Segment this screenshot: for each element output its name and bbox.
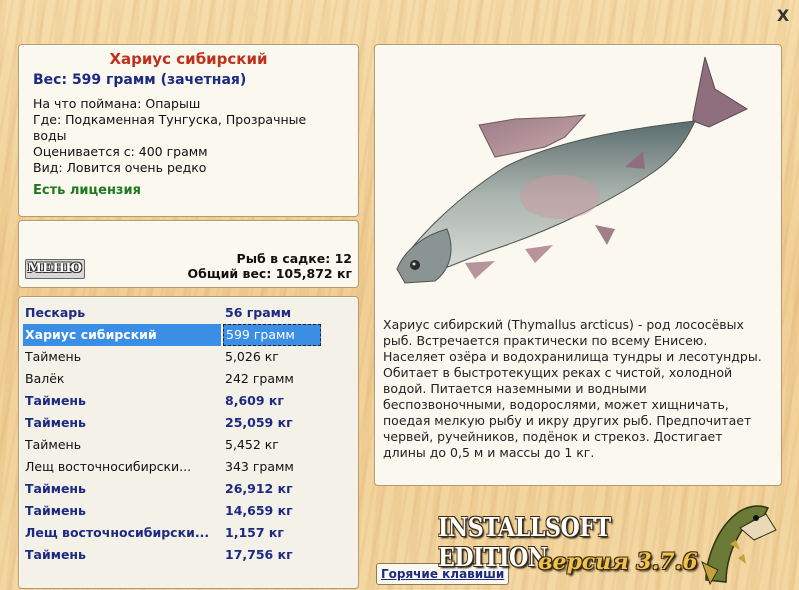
catch-fish-weight: 1,157 кг bbox=[225, 525, 284, 540]
version-label: версия 3.7.6 bbox=[538, 549, 698, 575]
catch-row[interactable]: Таймень 5,026 кг bbox=[21, 346, 321, 368]
rating-line: Оценивается с: 400 грамм bbox=[33, 144, 208, 159]
catch-fish-name: Валёк bbox=[25, 371, 65, 386]
catch-fish-name: Хариус сибирский bbox=[23, 324, 221, 346]
catch-fish-weight: 17,756 кг bbox=[225, 547, 293, 562]
catch-fish-weight: 599 грамм bbox=[223, 324, 321, 346]
catch-row[interactable]: Хариус сибирский 599 грамм bbox=[21, 324, 321, 346]
catch-list: Пескарь 56 грамм Хариус сибирский 599 грамм… bbox=[18, 296, 359, 589]
catch-row[interactable]: Лещ восточносибирски... 1,157 кг bbox=[21, 522, 321, 544]
pike-logo-icon bbox=[701, 505, 777, 586]
catch-fish-name: Таймень bbox=[25, 415, 86, 430]
catch-fish-name: Таймень bbox=[25, 547, 86, 562]
catch-fish-name: Таймень bbox=[25, 437, 82, 452]
catch-row[interactable]: Таймень 25,059 кг bbox=[21, 412, 321, 434]
close-icon[interactable]: X bbox=[775, 8, 791, 24]
catch-row[interactable]: Лещ восточносибирски... 343 грамм bbox=[21, 456, 321, 478]
fish-weight: Вес: 599 грамм (зачетная) bbox=[33, 72, 247, 88]
menu-button[interactable]: МЕНЮ bbox=[25, 259, 85, 279]
catch-row[interactable]: Таймень 14,659 кг bbox=[21, 500, 321, 522]
catch-fish-weight: 14,659 кг bbox=[225, 503, 293, 518]
location-line: Где: Подкаменная Тунгуска, Прозрачные во… bbox=[33, 112, 307, 143]
fish-count: Рыб в садке: 12 bbox=[236, 251, 352, 266]
fish-info-panel: Хариус сибирский Вес: 599 грамм (зачетна… bbox=[18, 44, 359, 217]
kind-line: Вид: Ловится очень редко bbox=[33, 160, 207, 175]
catch-fish-name: Таймень bbox=[25, 349, 82, 364]
catch-fish-weight: 25,059 кг bbox=[225, 415, 293, 430]
catch-row[interactable]: Таймень 8,609 кг bbox=[21, 390, 321, 412]
catch-fish-weight: 343 грамм bbox=[225, 459, 294, 474]
fish-title: Хариус сибирский bbox=[109, 50, 268, 68]
catch-fish-name: Таймень bbox=[25, 481, 86, 496]
catch-fish-weight: 5,026 кг bbox=[225, 349, 279, 364]
total-weight: Общий вес: 105,872 кг bbox=[187, 266, 353, 281]
catch-fish-weight: 26,912 кг bbox=[225, 481, 293, 496]
catch-row[interactable]: Таймень 5,452 кг bbox=[21, 434, 321, 456]
catch-fish-name: Таймень bbox=[25, 393, 86, 408]
catch-fish-name: Лещ восточносибирски... bbox=[25, 525, 210, 540]
license-status: Есть лицензия bbox=[33, 183, 141, 198]
catch-fish-name: Пескарь bbox=[25, 305, 86, 320]
fish-description: Хариус сибирский (Thymallus arcticus) - … bbox=[383, 317, 762, 460]
catch-fish-weight: 5,452 кг bbox=[225, 437, 279, 452]
catch-fish-weight: 56 грамм bbox=[225, 305, 292, 320]
catch-row[interactable]: Пескарь 56 грамм bbox=[21, 302, 321, 324]
bait-line: На что поймана: Опарыш bbox=[33, 96, 201, 111]
catch-fish-name: Таймень bbox=[25, 503, 86, 518]
catch-row[interactable]: Таймень 17,756 кг bbox=[21, 544, 321, 566]
fish-details: На что поймана: Опарыш Где: Подкаменная … bbox=[33, 96, 343, 176]
catch-row[interactable]: Валёк 242 грамм bbox=[21, 368, 321, 390]
grayling-fish-image bbox=[396, 56, 749, 284]
catch-fish-weight: 8,609 кг bbox=[225, 393, 284, 408]
catch-fish-weight: 242 грамм bbox=[225, 371, 294, 386]
catch-row[interactable]: Таймень 26,912 кг bbox=[21, 478, 321, 500]
summary-panel: МЕНЮ Рыб в садке: 12 Общий вес: 105,872 … bbox=[18, 220, 359, 288]
catch-fish-name: Лещ восточносибирски... bbox=[25, 459, 192, 474]
fish-image-panel: Хариус сибирский (Thymallus arcticus) - … bbox=[374, 44, 782, 486]
